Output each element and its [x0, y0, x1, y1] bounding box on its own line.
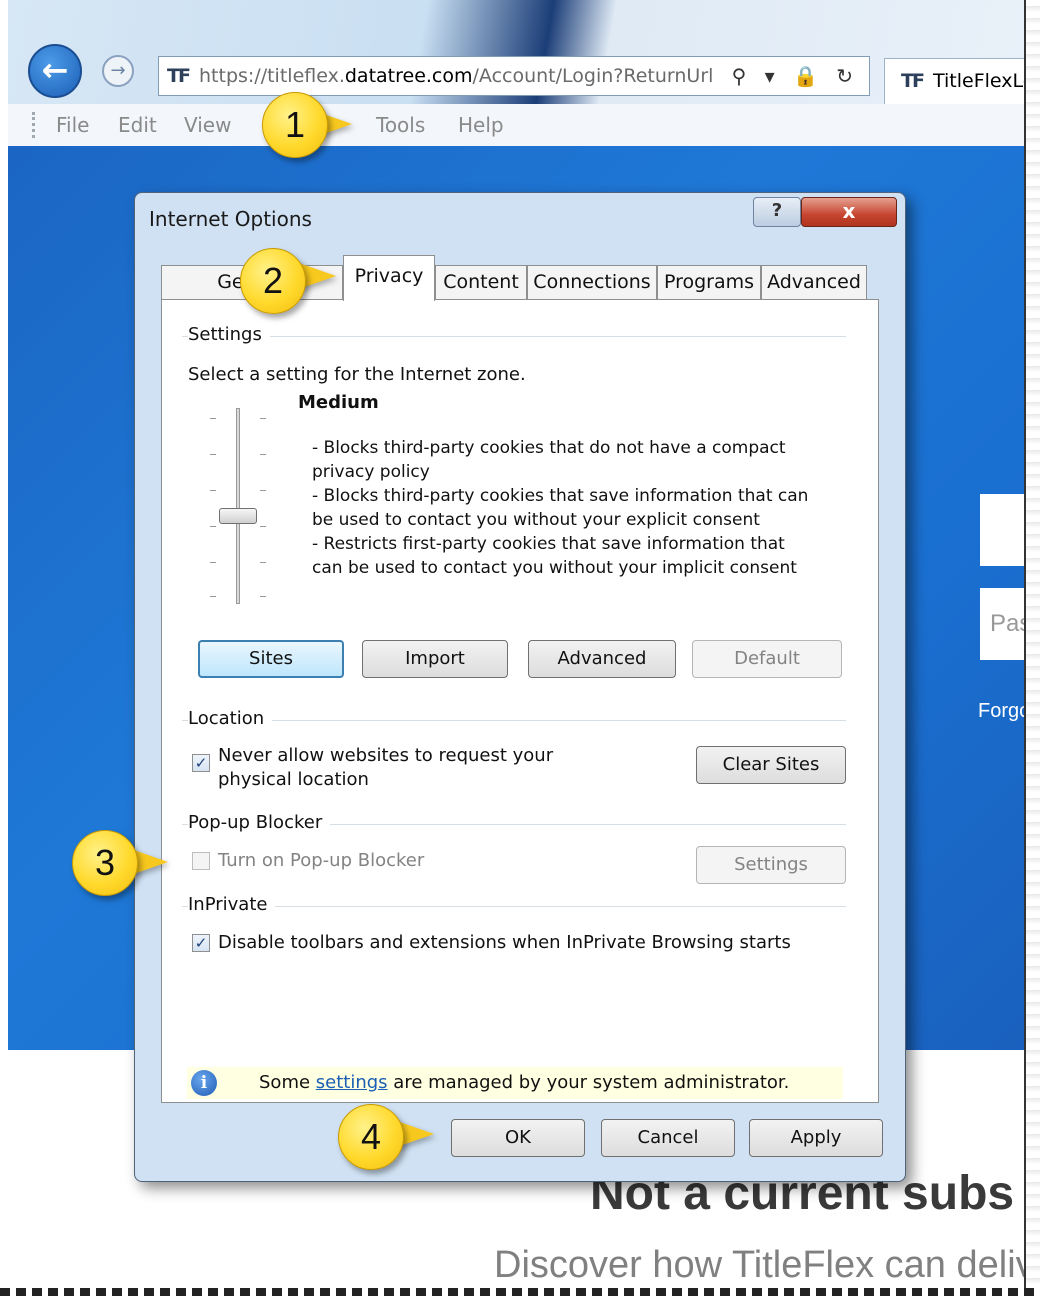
privacy-level-description: - Blocks third-party cookies that do not…: [312, 438, 809, 578]
menu-bar: File Edit View Tools Help: [8, 104, 1040, 147]
info-text-after: are managed by your system administrator…: [387, 1072, 790, 1093]
page-subheading: Discover how TitleFlex can deliv: [494, 1244, 1035, 1286]
menu-tools[interactable]: Tools: [376, 104, 425, 146]
menu-edit[interactable]: Edit: [118, 104, 157, 146]
inprivate-checkbox[interactable]: ✓: [192, 934, 210, 952]
slider-tick: [210, 526, 216, 527]
privacy-level-track: [236, 408, 240, 604]
slider-tick: [260, 562, 266, 563]
settings-prompt: Select a setting for the Internet zone.: [188, 364, 526, 385]
address-path: /Account/Login?ReturnUrl: [472, 65, 714, 87]
callout-1: 1: [262, 92, 328, 158]
default-button[interactable]: Default: [692, 640, 842, 678]
clear-sites-button[interactable]: Clear Sites: [696, 746, 846, 784]
admin-info-bar: i Some settings are managed by your syst…: [187, 1067, 843, 1099]
advanced-button[interactable]: Advanced: [528, 640, 676, 678]
location-checkbox-label: Never allow websites to request your phy…: [218, 745, 554, 790]
address-scheme: https://: [199, 65, 268, 87]
inprivate-group-label: InPrivate: [188, 894, 276, 915]
ok-button[interactable]: OK: [451, 1119, 585, 1157]
back-button[interactable]: ←: [28, 44, 82, 98]
sites-button[interactable]: Sites: [198, 640, 344, 678]
torn-page-edge: [1024, 0, 1040, 1296]
slider-tick: [260, 418, 266, 419]
slider-tick: [260, 490, 266, 491]
settings-group-label: Settings: [188, 324, 270, 345]
admin-info-text: Some settings are managed by your system…: [259, 1067, 789, 1099]
popup-blocker-label: Turn on Pop-up Blocker: [218, 850, 425, 871]
menu-help[interactable]: Help: [458, 104, 504, 146]
menu-grip: [32, 112, 38, 138]
internet-options-dialog: Internet Options ? x Genera Privacy Cont…: [134, 192, 906, 1182]
help-button[interactable]: ?: [753, 197, 801, 227]
privacy-level-name: Medium: [298, 392, 379, 413]
tab-favicon: TF: [901, 70, 925, 92]
slider-tick: [260, 526, 266, 527]
tab-privacy[interactable]: Privacy: [343, 255, 435, 301]
address-bar[interactable]: TF https://titleflex.datatree.com/Accoun…: [158, 56, 870, 96]
close-button[interactable]: x: [801, 197, 897, 227]
cancel-button[interactable]: Cancel: [601, 1119, 735, 1157]
slider-tick: [210, 418, 216, 419]
dialog-title: Internet Options: [149, 207, 312, 231]
inprivate-checkbox-label: Disable toolbars and extensions when InP…: [218, 932, 791, 953]
slider-tick: [260, 596, 266, 597]
privacy-level-slider-thumb[interactable]: [219, 508, 257, 524]
apply-button[interactable]: Apply: [749, 1119, 883, 1157]
site-favicon: TF: [167, 65, 191, 87]
tab-content[interactable]: Content: [435, 265, 527, 299]
slider-tick: [210, 596, 216, 597]
tab-advanced[interactable]: Advanced: [761, 265, 867, 299]
popup-blocker-checkbox[interactable]: [192, 852, 210, 870]
slider-tick: [260, 454, 266, 455]
forward-button[interactable]: →: [102, 55, 134, 87]
forgot-password-link[interactable]: Forgo: [978, 700, 1030, 723]
slider-tick: [210, 454, 216, 455]
address-host: datatree.com: [344, 65, 473, 87]
info-icon: i: [191, 1070, 217, 1096]
tab-programs[interactable]: Programs: [657, 265, 761, 299]
address-actions-icons[interactable]: ⚲ ▾ 🔒 ↻: [732, 57, 859, 95]
menu-file[interactable]: File: [56, 104, 89, 146]
popup-group-label: Pop-up Blocker: [188, 812, 331, 833]
popup-settings-button[interactable]: Settings: [696, 846, 846, 884]
inprivate-divider: [182, 906, 846, 907]
callout-4: 4: [338, 1104, 404, 1170]
settings-link[interactable]: settings: [316, 1072, 388, 1093]
settings-divider: [182, 336, 846, 337]
slider-tick: [210, 562, 216, 563]
callout-2: 2: [240, 248, 306, 314]
browser-tab[interactable]: TF TitleFlexLog: [884, 58, 1040, 104]
menu-view[interactable]: View: [184, 104, 231, 146]
torn-page-bottom: [0, 1288, 1040, 1296]
info-text-before: Some: [259, 1072, 316, 1093]
location-group-label: Location: [188, 708, 273, 729]
import-button[interactable]: Import: [362, 640, 508, 678]
location-divider: [182, 720, 846, 721]
tab-connections[interactable]: Connections: [527, 265, 657, 299]
slider-tick: [210, 490, 216, 491]
privacy-panel: Settings Select a setting for the Intern…: [161, 299, 879, 1103]
address-subdomain: titleflex.: [267, 65, 345, 87]
callout-3: 3: [72, 830, 138, 896]
location-checkbox[interactable]: ✓: [192, 754, 210, 772]
